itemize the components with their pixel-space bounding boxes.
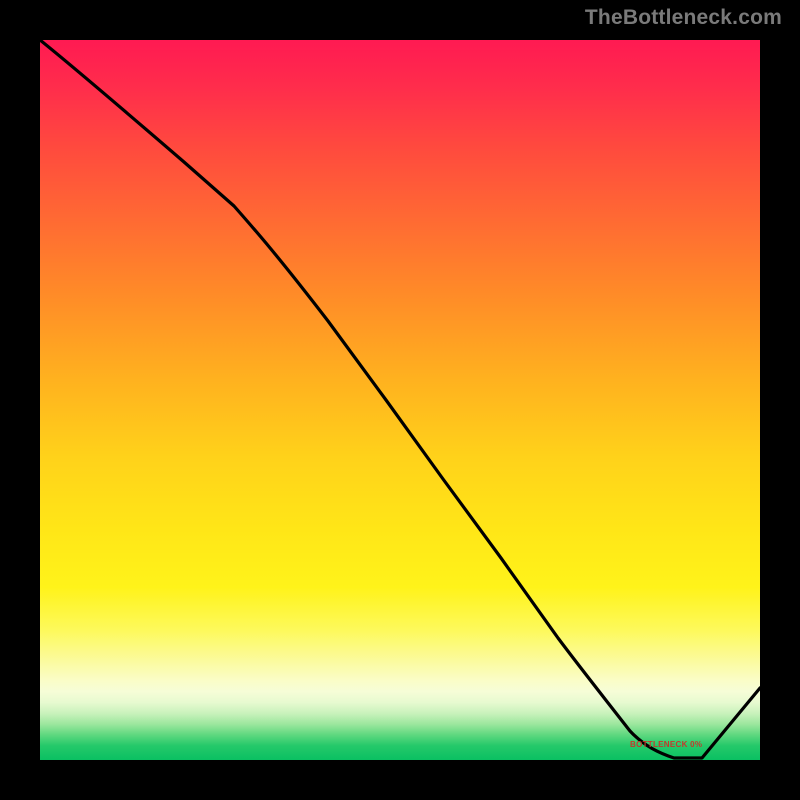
chart-stage: TheBottleneck.com BOTTLENECK 0% <box>0 0 800 800</box>
plot-area: BOTTLENECK 0% <box>36 36 764 764</box>
bottleneck-curve <box>40 40 760 760</box>
watermark-text: TheBottleneck.com <box>585 6 782 30</box>
min-bottleneck-label: BOTTLENECK 0% <box>630 740 702 749</box>
